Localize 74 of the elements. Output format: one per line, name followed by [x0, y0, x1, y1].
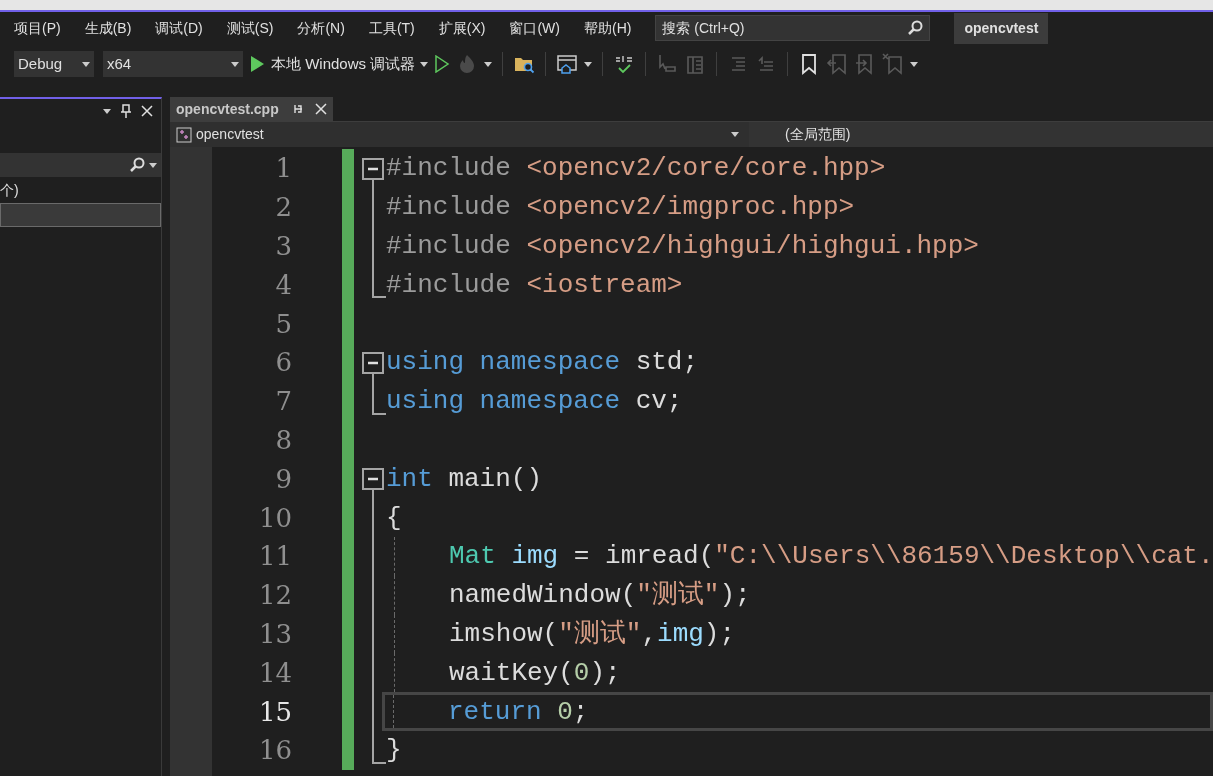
window-home-icon[interactable]: [556, 53, 579, 75]
collapse-icon[interactable]: [362, 158, 384, 180]
caret-icon: [231, 61, 239, 67]
code-line: namedWindow("测试");: [449, 580, 751, 611]
line-number: 12: [258, 580, 292, 611]
menu-item[interactable]: 帮助(H): [584, 17, 632, 39]
toolbar-overflow-icon: [910, 61, 919, 67]
menu-item[interactable]: 分析(N): [297, 17, 345, 39]
line-number: 8: [275, 424, 292, 455]
line-number: 2: [275, 192, 292, 223]
code-line: #include <opencv2/core/core.hpp>: [386, 153, 886, 184]
menu-item[interactable]: 测试(S): [226, 17, 274, 39]
line-number: 10: [258, 502, 292, 533]
line-number: 11: [258, 541, 292, 572]
pin-icon[interactable]: [121, 104, 131, 118]
file-tab[interactable]: opencvtest.cpp: [170, 97, 333, 121]
caret-icon: [731, 132, 739, 137]
collapse-icon[interactable]: [362, 468, 384, 491]
play-outline-icon[interactable]: [434, 55, 451, 73]
platform-dropdown[interactable]: x64: [103, 51, 243, 77]
menu-item[interactable]: 调试(D): [155, 17, 203, 39]
collapse-icon[interactable]: [362, 352, 384, 374]
menu-item[interactable]: 扩展(X): [438, 17, 486, 39]
change-bar: [342, 149, 354, 188]
code-line: waitKey(0);: [449, 657, 621, 688]
line-number: 13: [258, 618, 292, 649]
line-number: 5: [275, 308, 292, 339]
menu-item[interactable]: 生成(B): [84, 17, 132, 39]
bookmark-clear-icon[interactable]: [882, 53, 905, 75]
line-number: 6: [275, 347, 292, 378]
code-line: Mat img = imread("C:\\Users\\86159\\Desktop\\cat.: [449, 541, 1213, 572]
search-icon: [907, 20, 924, 36]
panel-item-text: 个): [0, 180, 20, 200]
code-line: #include <opencv2/imgproc.hpp>: [386, 192, 855, 223]
project-icon: [176, 126, 192, 143]
line-number: 7: [275, 386, 292, 417]
menu-item[interactable]: 项目(P): [14, 17, 61, 39]
line-number: 14: [258, 657, 292, 688]
code-line: {: [386, 502, 402, 533]
project-dropdown[interactable]: opencvtest: [170, 124, 745, 145]
caret-icon: [82, 61, 90, 67]
configuration-dropdown[interactable]: Debug: [14, 51, 94, 77]
search-icon: [129, 157, 145, 173]
search-field[interactable]: 搜索 (Ctrl+Q): [655, 15, 931, 41]
search-input[interactable]: 搜索 (Ctrl+Q): [662, 17, 883, 39]
caret-icon: [420, 61, 429, 67]
solution-name: opencvtest: [954, 12, 1049, 44]
line-number: 4: [275, 269, 292, 300]
line-number: 16: [258, 735, 292, 766]
menu-item[interactable]: 窗口(W): [509, 17, 560, 39]
flame-caret-icon: [484, 61, 493, 67]
code-line: using namespace std;: [386, 347, 699, 378]
code-line: #include <iostream>: [386, 269, 683, 300]
scope-dropdown[interactable]: (全局范围): [749, 122, 1213, 147]
code-line: return 0;: [448, 696, 589, 727]
code-line: using namespace cv;: [386, 386, 683, 417]
close-icon[interactable]: [141, 105, 153, 117]
code-line: }: [386, 735, 402, 766]
search-caret-icon: [149, 162, 157, 168]
line-number: 3: [275, 231, 292, 261]
line-number: 9: [275, 463, 292, 494]
line-number: 1: [275, 153, 292, 184]
change-bar: [342, 730, 354, 770]
debugger-button[interactable]: 本地 Windows 调试器: [271, 52, 429, 76]
panel-menu-caret-icon: [103, 108, 111, 114]
overflow-caret-icon: [584, 61, 593, 67]
code-line: #include <opencv2/highgui/highgui.hpp>: [386, 231, 979, 261]
code-line: imshow("测试",img);: [449, 618, 736, 649]
line-number: 15: [258, 696, 292, 727]
close-icon[interactable]: [314, 103, 327, 115]
play-icon[interactable]: [249, 55, 265, 73]
panel-search-field[interactable]: [0, 153, 161, 177]
code-line: int main(): [386, 463, 543, 494]
menu-item[interactable]: 工具(T): [368, 17, 415, 39]
